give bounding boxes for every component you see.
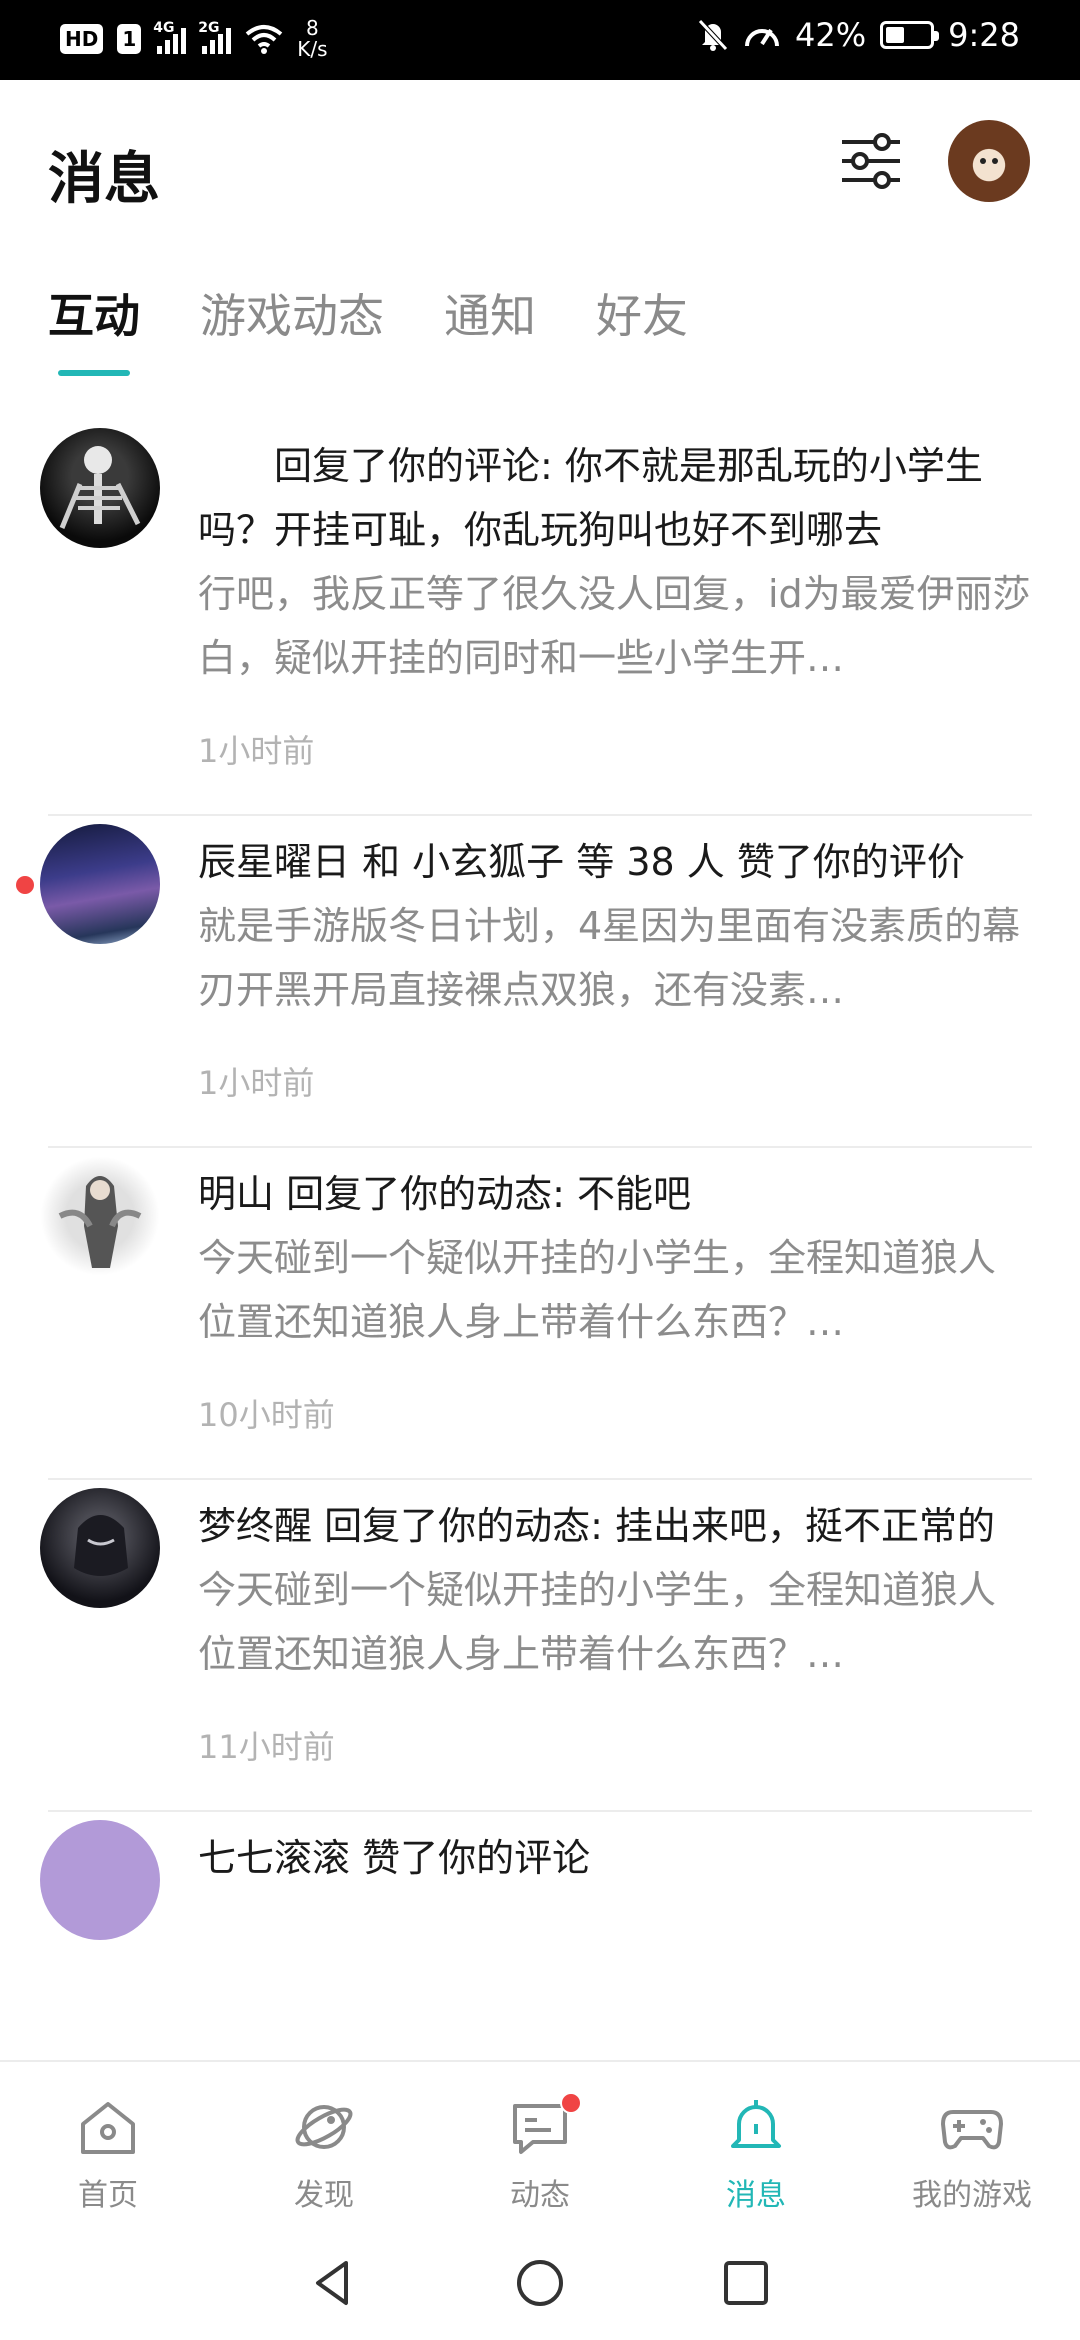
- bell-icon: [731, 2100, 781, 2148]
- battery-percent: 42%: [795, 16, 867, 54]
- avatar[interactable]: [40, 1156, 160, 1276]
- nav-messages[interactable]: 消息: [648, 2062, 864, 2225]
- nav-label: 首页: [78, 2178, 138, 2213]
- message-title: 明山 回复了你的动态: 不能吧: [198, 1172, 691, 1216]
- sketch-figure-icon: [58, 1176, 142, 1268]
- battery-icon: [880, 21, 940, 49]
- message-title: 辰星曜日 和 小玄狐子 等 38 人 赞了你的评价: [198, 840, 965, 884]
- tab-label: 互动: [48, 289, 140, 343]
- net-speed-value: 8: [306, 16, 319, 40]
- skeleton-icon: [59, 446, 141, 529]
- avatar[interactable]: [40, 824, 160, 944]
- notification-badge: [560, 2092, 582, 2114]
- message-time: 1小时前: [198, 1064, 315, 1102]
- sim-badge: 1: [117, 24, 142, 54]
- battery-fill: [886, 27, 905, 43]
- message-preview: 行吧，我反正等了很久没人回复，id为最爱伊丽莎白，疑似开挂的同时和一些小学生开…: [198, 572, 1031, 680]
- avatar[interactable]: [40, 428, 160, 548]
- home-icon: [81, 2102, 135, 2154]
- status-right: 42% 9:28: [697, 16, 1020, 54]
- nav-label: 我的游戏: [912, 2178, 1032, 2213]
- message-item[interactable]: 梦终醒 回复了你的动态: 挂出来吧，挺不正常的 今天碰到一个疑似开挂的小学生，全…: [40, 1480, 1032, 1812]
- bell-off-icon: [698, 19, 728, 51]
- message-time: 10小时前: [198, 1396, 335, 1434]
- tab-label: 好友: [596, 289, 688, 343]
- dark-figure-icon: [74, 1515, 128, 1576]
- message-time: 11小时前: [198, 1728, 335, 1766]
- clock: 9:28: [948, 16, 1020, 54]
- speedometer-icon: [745, 28, 780, 47]
- message-preview: 今天碰到一个疑似开挂的小学生，全程知道狼人位置还知道狼人身上带着什么东西？…: [198, 1236, 997, 1344]
- nav-discover[interactable]: 发现: [216, 2062, 432, 2225]
- message-item[interactable]: 回复了你的评论: 你不就是那乱玩的小学生吗？开挂可耻，你乱玩狗叫也好不到哪去 行…: [40, 420, 1032, 816]
- nav-label: 发现: [294, 2178, 354, 2213]
- nav-home[interactable]: 首页: [0, 2062, 216, 2225]
- message-item[interactable]: 辰星曜日 和 小玄狐子 等 38 人 赞了你的评价 就是手游版冬日计划，4星因为…: [16, 816, 1032, 1148]
- recents-icon[interactable]: [718, 2255, 774, 2311]
- hd-badge: HD: [60, 24, 104, 54]
- message-title: 梦终醒 回复了你的动态: 挂出来吧，挺不正常的: [198, 1504, 995, 1548]
- tab-label: 游戏动态: [200, 289, 384, 343]
- back-icon[interactable]: [306, 2255, 362, 2311]
- avatar[interactable]: [40, 1488, 160, 1608]
- message-preview: 就是手游版冬日计划，4星因为里面有没素质的幕刃开黑开局直接裸点双狼，还有没素…: [198, 904, 1021, 1012]
- tab-interactions[interactable]: 互动: [48, 280, 140, 376]
- signal-2g-icon: 2G: [198, 20, 232, 54]
- message-item[interactable]: 明山 回复了你的动态: 不能吧 今天碰到一个疑似开挂的小学生，全程知道狼人位置还…: [40, 1148, 1032, 1480]
- wifi-icon: [245, 25, 283, 54]
- nav-label: 动态: [510, 2178, 570, 2213]
- user-avatar[interactable]: [948, 120, 1030, 202]
- signal-2g-label: 2G: [198, 20, 220, 36]
- net-speed: 8 K/s: [297, 18, 327, 60]
- signal-4g-label: 4G: [153, 20, 175, 36]
- avatar-eye: [992, 158, 998, 164]
- tab-friends[interactable]: 好友: [596, 280, 688, 376]
- sliders-icon: [842, 133, 900, 189]
- avatar-eye: [980, 158, 986, 164]
- net-speed-unit: K/s: [297, 37, 328, 61]
- nav-feed[interactable]: 动态: [432, 2062, 648, 2225]
- system-nav-bar: [0, 2225, 1080, 2340]
- signal-4g-icon: 4G: [153, 20, 187, 54]
- unread-dot: [16, 876, 34, 894]
- active-tab-indicator: [58, 370, 130, 376]
- tab-game-updates[interactable]: 游戏动态: [200, 280, 384, 376]
- nav-my-games[interactable]: 我的游戏: [864, 2062, 1080, 2225]
- message-preview: 今天碰到一个疑似开挂的小学生，全程知道狼人位置还知道狼人身上带着什么东西？…: [198, 1568, 997, 1676]
- tab-bar: 互动 游戏动态 通知 好友: [48, 280, 688, 376]
- nav-label: 消息: [726, 2178, 786, 2213]
- message-title: 回复了你的评论: 你不就是那乱玩的小学生吗？开挂可耻，你乱玩狗叫也好不到哪去: [198, 444, 983, 552]
- avatar[interactable]: [40, 1820, 160, 1940]
- status-left: HD 1 4G 2G 8 K/s: [60, 18, 328, 60]
- tab-notifications[interactable]: 通知: [444, 280, 536, 376]
- bottom-nav: 首页 发现 动态 消息 我的游戏: [0, 2060, 1080, 2225]
- planet-icon: [295, 2105, 353, 2149]
- message-title: 七七滚滚 赞了你的评论: [198, 1836, 591, 1880]
- message-list: 回复了你的评论: 你不就是那乱玩的小学生吗？开挂可耻，你乱玩狗叫也好不到哪去 行…: [0, 420, 1080, 2060]
- home-circle-icon[interactable]: [512, 2255, 568, 2311]
- page-title: 消息: [48, 147, 160, 212]
- header: 消息: [0, 80, 1080, 240]
- message-item[interactable]: 七七滚滚 赞了你的评论: [40, 1812, 1032, 1940]
- filter-settings-button[interactable]: [838, 128, 904, 194]
- status-bar: HD 1 4G 2G 8 K/s 42% 9:28: [0, 0, 1080, 80]
- message-time: 1小时前: [198, 732, 315, 770]
- gamepad-icon: [941, 2110, 1003, 2150]
- tab-label: 通知: [444, 289, 536, 343]
